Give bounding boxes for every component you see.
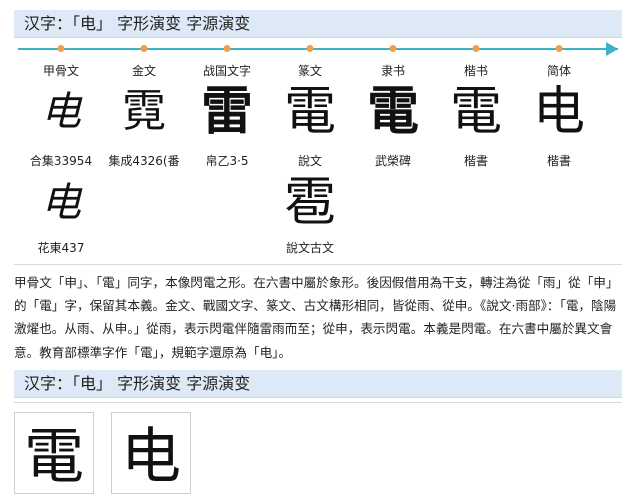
timeline-dot — [140, 45, 148, 52]
glyph-image: 電 — [24, 422, 84, 492]
divider — [14, 402, 622, 403]
timeline-arrow-icon — [606, 42, 618, 56]
timeline-dot — [555, 45, 563, 52]
glyph-image: 雹 — [283, 173, 337, 233]
source-label: 花東437 — [37, 241, 85, 255]
source-label: 合集33954 — [29, 154, 93, 168]
header-prefix: 汉字： — [24, 14, 73, 33]
timeline-dot — [57, 45, 65, 52]
source-label: 說文古文 — [285, 241, 335, 255]
glyph-image: 電 — [366, 81, 420, 142]
section-header: 汉字：「电」 字形演变 字源演变 — [14, 10, 622, 38]
header-title: 字形演变 字源演变 — [117, 14, 251, 33]
header-title: 字形演变 字源演变 — [117, 374, 251, 393]
script-label: 篆文 — [297, 64, 323, 78]
glyph-image: 電 — [283, 82, 337, 142]
timeline-dot — [472, 45, 480, 52]
section-header: 汉字：「电」 字形演变 字源演变 — [14, 370, 622, 398]
glyph-image: 霓 — [122, 86, 166, 137]
glyph-image: 雷 — [200, 81, 254, 142]
glyph-box[interactable]: 電 — [14, 412, 94, 494]
script-label: 楷书 — [463, 64, 489, 78]
timeline-dot — [306, 45, 314, 52]
timeline-dot — [223, 45, 231, 52]
glyph-image: 电 — [532, 82, 586, 142]
source-label: 楷書 — [546, 154, 572, 168]
script-label: 简体 — [546, 64, 572, 78]
script-label: 金文 — [131, 64, 157, 78]
header-prefix: 汉字： — [24, 374, 73, 393]
source-label: 武榮碑 — [374, 154, 412, 168]
script-label: 隶书 — [380, 64, 406, 78]
timeline-dot — [389, 45, 397, 52]
etymology-text: 甲骨文「申」、「電」同字，本像閃電之形。在六書中屬於象形。後因假借用為干支，轉注… — [14, 275, 619, 360]
source-label: 集成4326(番 — [108, 154, 180, 168]
header-char: 「电」 — [72, 374, 113, 393]
header-char: 「电」 — [72, 14, 113, 33]
source-label: 楷書 — [463, 154, 489, 168]
glyph-image: 电 — [121, 422, 181, 492]
glyph-box[interactable]: 电 — [111, 412, 191, 494]
script-label: 战国文字 — [202, 64, 252, 78]
glyph-image: 电 — [41, 180, 81, 226]
glyph-image: 電 — [449, 82, 503, 142]
glyph-image: 电 — [41, 89, 81, 135]
source-label: 說文 — [297, 154, 323, 168]
timeline-line — [18, 48, 618, 50]
script-label: 甲骨文 — [42, 64, 80, 78]
divider — [14, 264, 622, 265]
source-label: 帛乙3·5 — [205, 154, 249, 168]
